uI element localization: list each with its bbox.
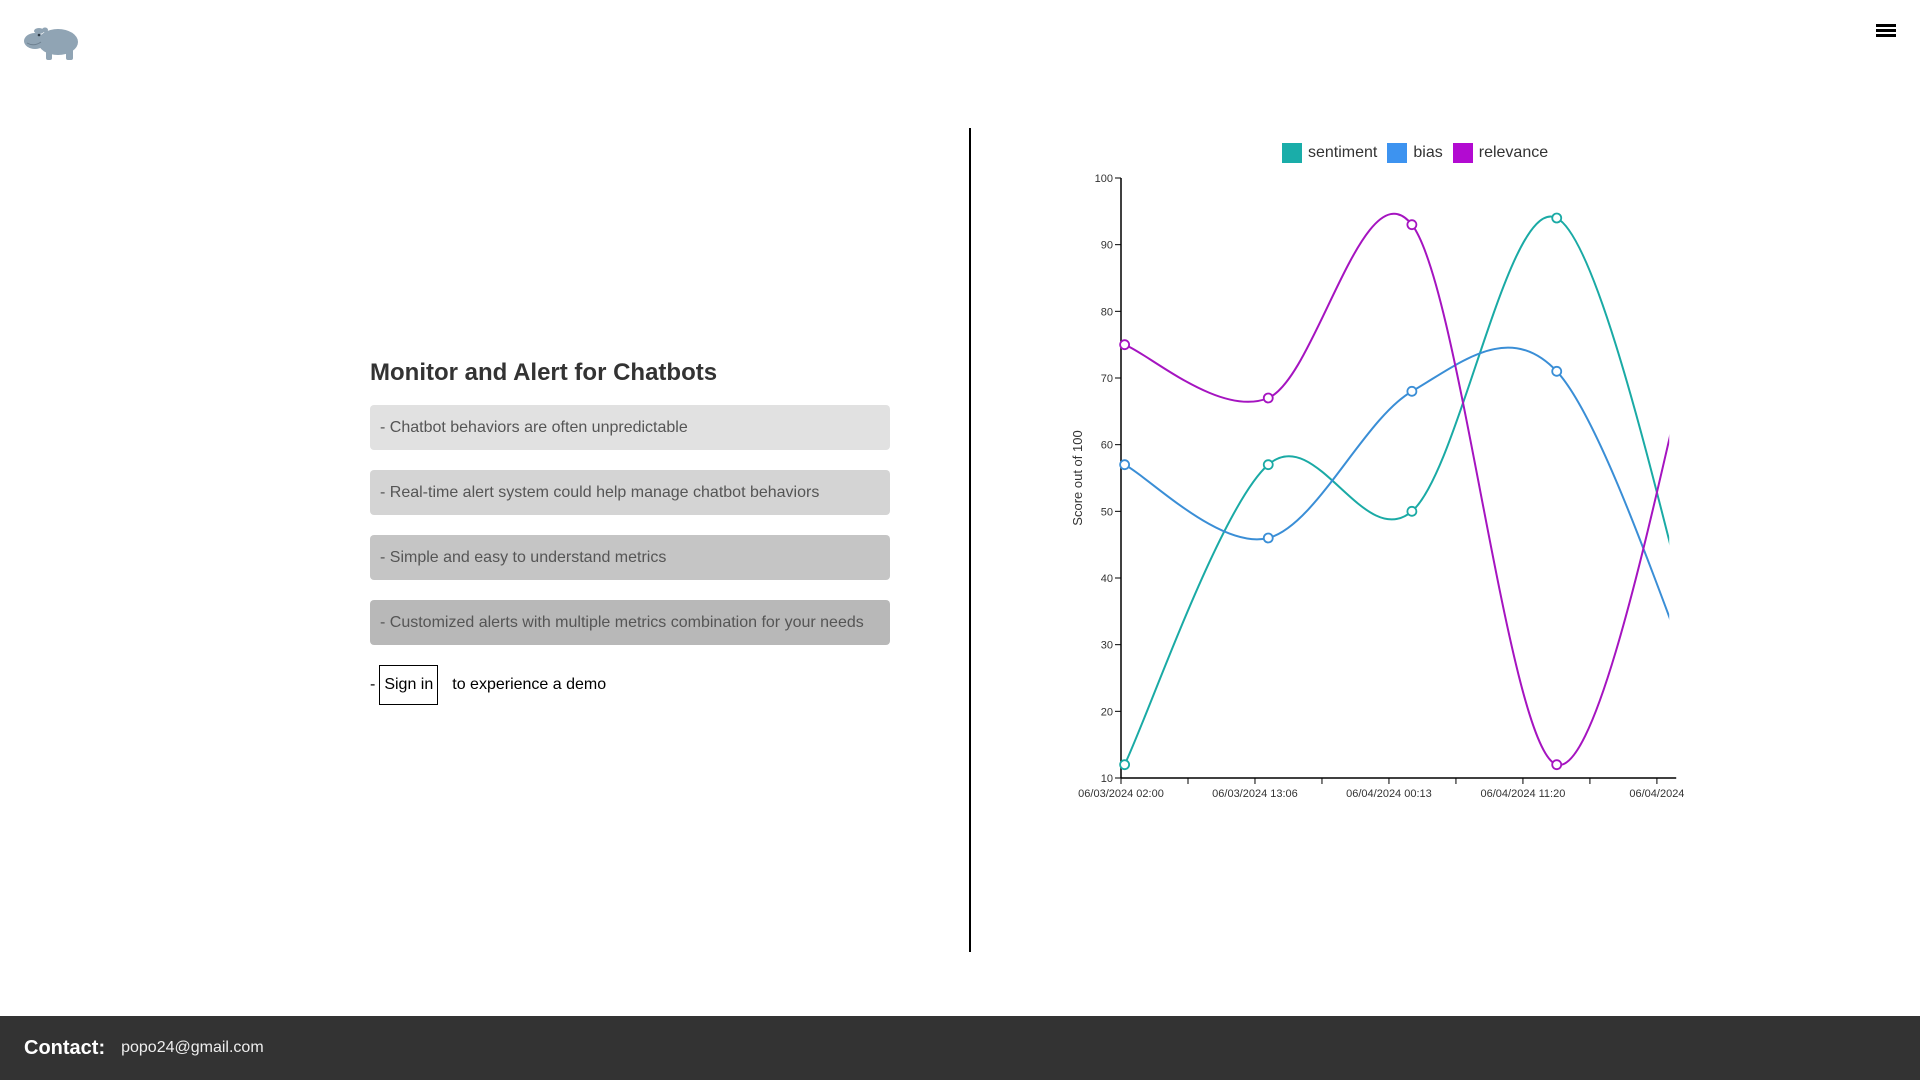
hamburger-menu-button[interactable]	[1876, 22, 1900, 42]
signin-row: - Sign in to experience a demo	[370, 665, 890, 705]
series-line-bias	[1124, 346, 1670, 620]
y-tick-label: 20	[1101, 706, 1113, 718]
data-point-relevance	[1696, 307, 1700, 316]
menu-bar-icon	[1876, 34, 1896, 37]
x-tick-label: 06/04/2024 11:20	[1481, 788, 1566, 800]
contact-email-link[interactable]: popo24@gmail.com	[121, 1039, 264, 1057]
data-point-sentiment	[1551, 212, 1563, 224]
feature-item: - Customized alerts with multiple metric…	[370, 600, 890, 645]
y-tick-label: 50	[1101, 506, 1113, 518]
x-tick-label: 06/03/2024 02:00	[1078, 788, 1164, 800]
y-tick-label: 80	[1101, 306, 1113, 318]
footer: Contact: popo24@gmail.com	[0, 1016, 1920, 1080]
hippo-icon	[24, 27, 78, 60]
y-tick-label: 70	[1101, 373, 1113, 385]
line-chart-svg: 10 20 30 40 50 60 70 80 90 100 06/03/2024 02:00 06/…	[1070, 173, 1700, 800]
menu-bar-icon	[1876, 24, 1896, 27]
hippo-logo[interactable]	[22, 20, 82, 62]
data-point-sentiment	[1262, 459, 1274, 471]
vertical-divider	[969, 128, 971, 952]
feature-item: - Real-time alert system could help mana…	[370, 470, 890, 515]
data-point-bias	[1406, 385, 1418, 397]
y-tick-label: 40	[1101, 573, 1113, 585]
y-tick-label: 100	[1095, 173, 1113, 185]
menu-bar-icon	[1876, 29, 1896, 32]
data-point-bias	[1551, 365, 1563, 377]
x-tick-label: 06/04/2024	[1629, 788, 1684, 800]
y-axis-title: Score out of 100	[1070, 430, 1085, 525]
feature-item: - Simple and easy to understand metrics	[370, 535, 890, 580]
data-point-relevance	[1406, 219, 1418, 231]
signin-prefix: -	[370, 676, 376, 693]
series-line-relevance	[1124, 212, 1670, 766]
x-tick-label: 06/03/2024 13:06	[1212, 788, 1298, 800]
data-point-relevance	[1551, 759, 1563, 771]
feature-item: - Chatbot behaviors are often unpredicta…	[370, 405, 890, 450]
signin-suffix: to experience a demo	[452, 676, 607, 693]
data-point-bias	[1696, 694, 1700, 703]
data-point-relevance	[1262, 392, 1274, 404]
contact-label: Contact:	[24, 1036, 106, 1059]
metrics-chart: sentiment bias relevance 10 20 30 40 50 60 70 8…	[1060, 130, 1700, 810]
data-point-bias	[1262, 532, 1274, 544]
series-line-sentiment	[1123, 215, 1670, 766]
page-title: Monitor and Alert for Chatbots	[370, 359, 718, 386]
y-tick-label: 90	[1101, 240, 1113, 252]
intro-section: Monitor and Alert for Chatbots - Chatbot…	[370, 355, 890, 705]
data-point-sentiment	[1406, 505, 1418, 517]
y-tick-label: 10	[1101, 773, 1113, 785]
data-point-bias	[1119, 459, 1131, 471]
x-tick-label: 06/04/2024 00:13	[1346, 788, 1432, 800]
y-tick-label: 60	[1101, 440, 1113, 452]
data-point-relevance	[1119, 339, 1131, 351]
data-point-sentiment	[1119, 759, 1131, 771]
sign-in-button[interactable]: Sign in	[379, 665, 439, 705]
data-point-sentiment	[1696, 654, 1700, 663]
y-tick-label: 30	[1101, 640, 1113, 652]
